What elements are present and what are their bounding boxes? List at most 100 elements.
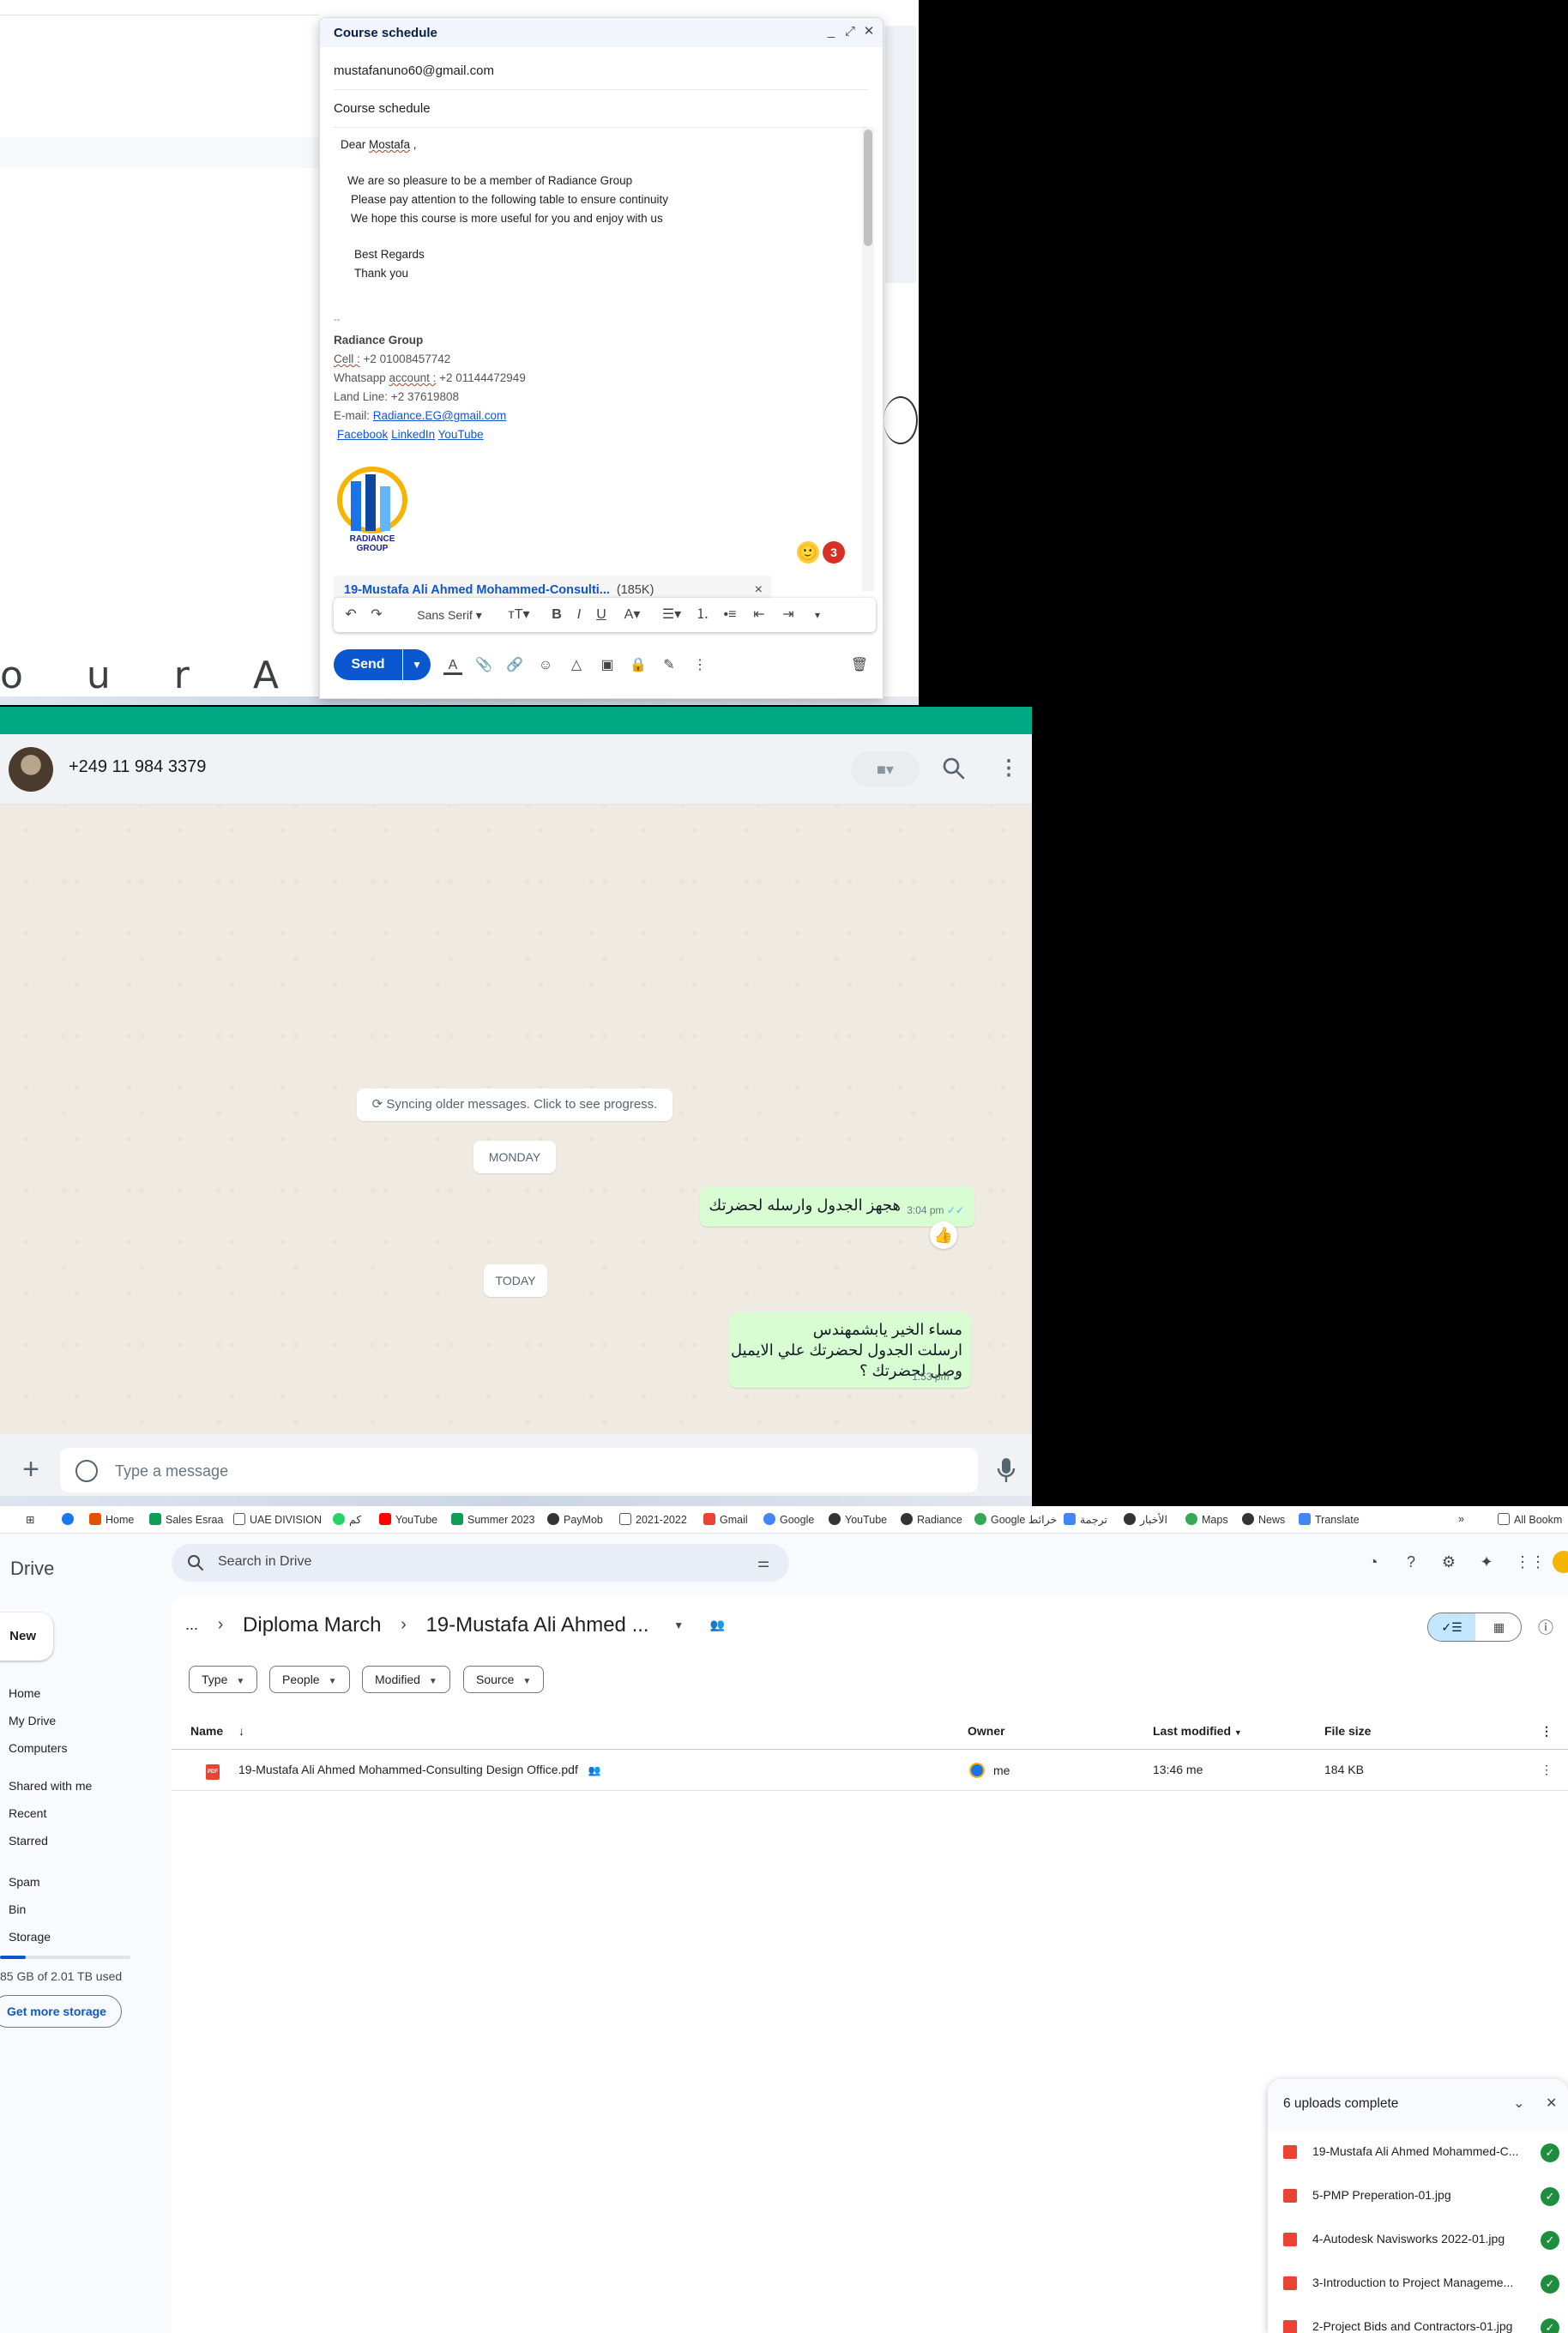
drive-logo[interactable]: Drive xyxy=(10,1558,54,1580)
compose-header[interactable]: Course schedule _ ⤢ ✕ xyxy=(320,18,883,47)
bookmark-item[interactable]: كم xyxy=(333,1513,361,1526)
more-formatting-icon[interactable]: ▾ xyxy=(807,606,828,624)
underline-icon[interactable]: U xyxy=(593,606,610,624)
column-options-icon[interactable]: ⋮ xyxy=(1541,1724,1553,1739)
close-icon[interactable]: ✕ xyxy=(1546,2095,1557,2112)
column-file-size[interactable]: File size xyxy=(1324,1724,1371,1738)
linkedin-link[interactable]: LinkedIn xyxy=(391,428,435,441)
bookmark-item[interactable]: YouTube xyxy=(829,1513,887,1526)
upload-item[interactable]: 19-Mustafa Ali Ahmed Mohammed-C... ✓ xyxy=(1268,2131,1568,2174)
bookmark-item[interactable]: Google xyxy=(763,1513,814,1526)
column-name[interactable]: Name ↓ xyxy=(190,1724,244,1738)
search-input[interactable]: Search in Drive xyxy=(218,1554,311,1570)
menu-icon[interactable]: ⋮ xyxy=(998,755,1019,782)
bookmark-item[interactable]: Translate xyxy=(1299,1513,1360,1526)
send-button[interactable]: Send xyxy=(334,649,402,680)
bookmark-item[interactable]: Google خرائط xyxy=(974,1513,1057,1526)
filter-modified[interactable]: Modified ▼ xyxy=(362,1666,450,1693)
drive-icon[interactable]: △ xyxy=(567,656,586,675)
search-options-icon[interactable]: ⚌ xyxy=(755,1554,772,1571)
bookmark-item[interactable]: الأخبار xyxy=(1124,1513,1167,1526)
grid-view-icon[interactable]: ▦ xyxy=(1475,1613,1521,1641)
get-more-storage-button[interactable]: Get more storage xyxy=(0,1995,122,2028)
nav-home[interactable]: Home xyxy=(9,1686,40,1700)
formatting-options-icon[interactable]: A xyxy=(443,656,462,675)
apps-grid-icon[interactable]: ⋮⋮ xyxy=(1515,1551,1546,1573)
send-options-icon[interactable]: ▼ xyxy=(403,649,431,680)
bookmark-item[interactable]: News xyxy=(1242,1513,1285,1526)
facebook-link[interactable]: Facebook xyxy=(337,428,388,441)
breadcrumb-parent[interactable]: Diploma March xyxy=(243,1613,381,1637)
bulleted-list-icon[interactable]: •≡ xyxy=(720,606,740,624)
contact-name[interactable]: +249 11 984 3379 xyxy=(69,757,206,777)
account-avatar[interactable] xyxy=(1553,1551,1568,1573)
column-owner[interactable]: Owner xyxy=(968,1724,1005,1738)
bookmark-item[interactable]: Maps xyxy=(1185,1513,1228,1526)
emoji-icon[interactable]: 🙂 xyxy=(797,541,819,564)
nav-starred[interactable]: Starred xyxy=(9,1834,48,1848)
list-view-icon[interactable]: ✓☰ xyxy=(1428,1613,1475,1641)
signature-icon[interactable]: ✎ xyxy=(660,656,678,675)
bookmark-item[interactable]: Sales Esraa xyxy=(149,1513,223,1526)
all-bookmarks[interactable]: All Bookm xyxy=(1498,1513,1562,1526)
filter-source[interactable]: Source ▼ xyxy=(463,1666,545,1693)
numbered-list-icon[interactable]: ⒈ xyxy=(692,606,713,624)
gemini-icon[interactable]: ✦ xyxy=(1475,1551,1498,1573)
compose-body[interactable]: Dear Mostafa , We are so pleasure to be … xyxy=(334,128,848,591)
upload-item[interactable]: 3-Introduction to Project Manageme... ✓ xyxy=(1268,2262,1568,2306)
compose-scrollbar[interactable] xyxy=(862,128,874,591)
redo-icon[interactable]: ↷ xyxy=(368,606,385,624)
insert-emoji-icon[interactable]: ☺ xyxy=(536,656,555,675)
insert-link-icon[interactable]: 🔗 xyxy=(505,656,524,675)
settings-icon[interactable]: ⚙ xyxy=(1438,1551,1460,1573)
breadcrumb-more[interactable]: ... xyxy=(185,1616,198,1634)
compose-scrollbar-thumb[interactable] xyxy=(864,130,872,246)
folder-menu-icon[interactable]: ▼ xyxy=(673,1619,684,1631)
filter-type[interactable]: Type ▼ xyxy=(189,1666,258,1693)
apps-icon[interactable]: ⊞ xyxy=(26,1513,34,1526)
sync-notice[interactable]: ⟳ Syncing older messages. Click to see p… xyxy=(357,1088,672,1121)
video-call-icon[interactable]: ■▾ xyxy=(851,751,920,787)
bold-icon[interactable]: B xyxy=(548,606,565,624)
insert-photo-icon[interactable]: ▣ xyxy=(598,656,617,675)
expand-icon[interactable]: ⤢ xyxy=(843,25,857,39)
bookmark-item[interactable]: Home xyxy=(89,1513,134,1526)
notification-badge[interactable]: 3 xyxy=(823,541,845,564)
more-bookmarks-icon[interactable]: » xyxy=(1458,1513,1464,1525)
upload-item[interactable]: 5-PMP Preperation-01.jpg ✓ xyxy=(1268,2174,1568,2218)
bookmark-item[interactable]: PayMob xyxy=(547,1513,603,1526)
close-icon[interactable]: ✕ xyxy=(862,25,876,39)
youtube-link[interactable]: YouTube xyxy=(438,428,484,441)
nav-my-drive[interactable]: My Drive xyxy=(9,1714,56,1727)
bookmark-item[interactable]: UAE DIVISION xyxy=(233,1513,322,1526)
facebook-icon[interactable] xyxy=(62,1513,78,1526)
file-options-icon[interactable]: ⋮ xyxy=(1541,1763,1553,1777)
nav-shared-with-me[interactable]: Shared with me xyxy=(9,1779,92,1793)
bookmark-item[interactable]: Radiance xyxy=(901,1513,962,1526)
attachment-name[interactable]: 19-Mustafa Ali Ahmed Mohammed-Consulti..… xyxy=(344,583,610,597)
bookmark-item[interactable]: ترجمة xyxy=(1064,1513,1107,1526)
more-options-icon[interactable]: ⋮ xyxy=(691,656,709,675)
offline-status-icon[interactable]: ◔ xyxy=(1362,1551,1384,1573)
confidential-mode-icon[interactable]: 🔒 xyxy=(629,656,648,675)
column-last-modified[interactable]: Last modified ▼ xyxy=(1153,1724,1242,1738)
nav-spam[interactable]: Spam xyxy=(9,1875,40,1889)
upload-item[interactable]: 2-Project Bids and Contractors-01.jpg ✓ xyxy=(1268,2306,1568,2333)
italic-icon[interactable]: I xyxy=(570,606,588,624)
reaction-emoji[interactable]: 👍 xyxy=(930,1221,957,1249)
avatar[interactable] xyxy=(9,747,53,792)
info-icon[interactable]: ⓘ xyxy=(1535,1616,1556,1637)
font-select[interactable]: Sans Serif ▾ xyxy=(402,606,497,624)
help-icon[interactable]: ? xyxy=(1400,1551,1422,1573)
nav-storage[interactable]: Storage xyxy=(9,1930,51,1944)
search-icon[interactable] xyxy=(942,757,966,781)
subject-field[interactable]: Course schedule xyxy=(334,90,869,128)
collapse-icon[interactable]: ⌄ xyxy=(1513,2095,1524,2112)
message-bubble-outgoing[interactable]: مساء الخير يابشمهندس ارسلت الجدول لحضرتك… xyxy=(729,1312,971,1388)
bookmark-item[interactable]: YouTube xyxy=(379,1513,437,1526)
minimize-icon[interactable]: _ xyxy=(824,25,838,39)
nav-computers[interactable]: Computers xyxy=(9,1741,67,1755)
align-icon[interactable]: ☰▾ xyxy=(656,606,687,624)
font-size-icon[interactable]: тT▾ xyxy=(502,606,536,624)
new-button[interactable]: New xyxy=(0,1613,53,1661)
